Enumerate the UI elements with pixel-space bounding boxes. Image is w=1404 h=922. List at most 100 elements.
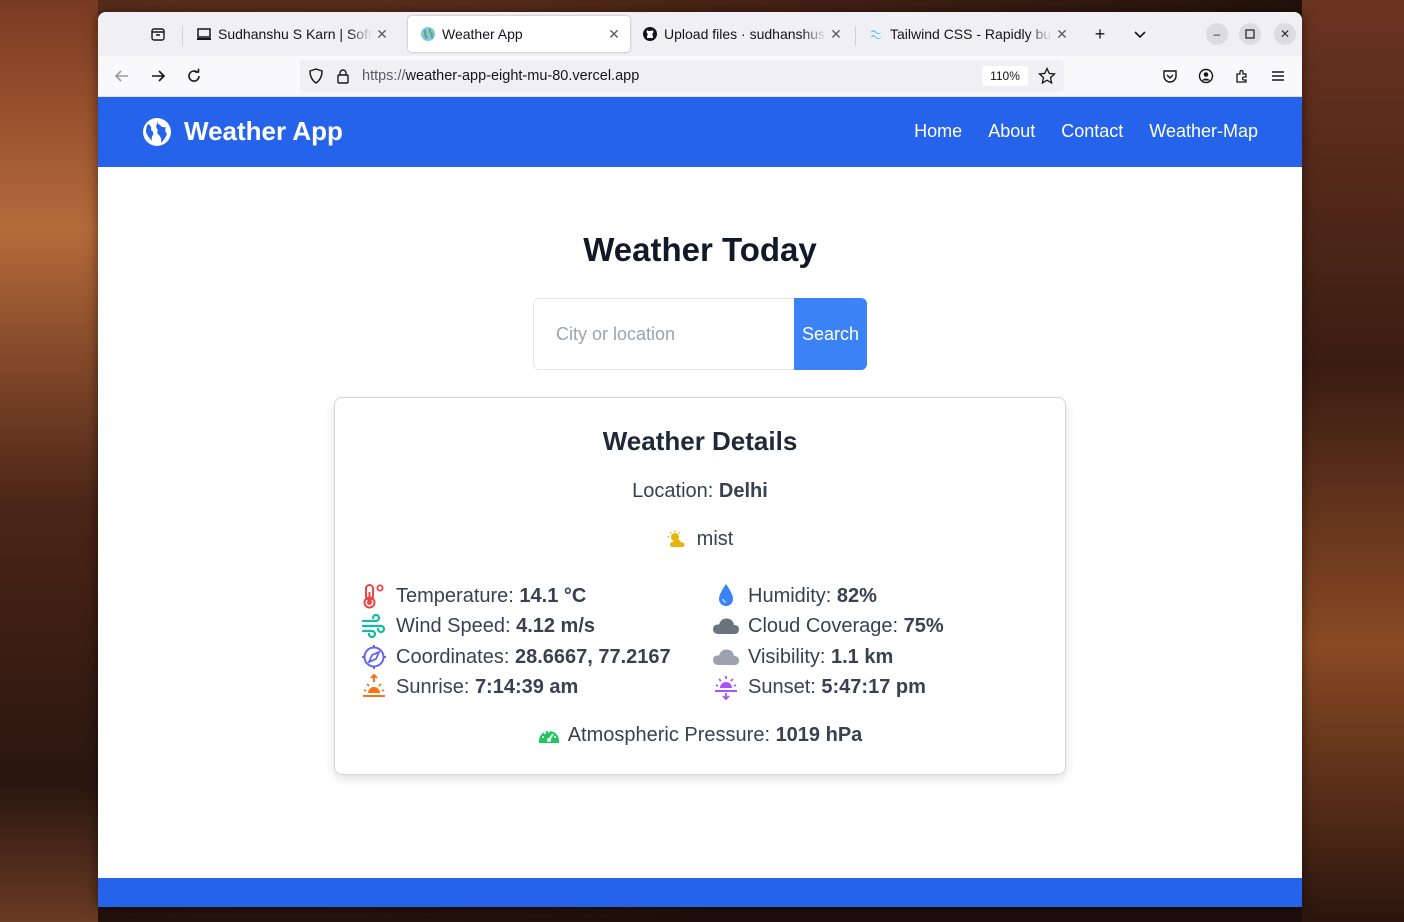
card-title: Weather Details <box>602 426 798 456</box>
brand-title: Weather App <box>184 116 343 146</box>
forward-button[interactable] <box>144 62 172 90</box>
compass-icon <box>360 643 388 671</box>
site-footer <box>98 878 1302 907</box>
tab-weather-app[interactable]: Weather App ✕ <box>408 16 630 52</box>
sunset-row: Sunset: 5:47:17 pm <box>712 673 926 701</box>
droplet-icon <box>712 582 740 610</box>
zoom-indicator[interactable]: 110% <box>982 66 1028 86</box>
coordinates-value: 28.6667, 77.2167 <box>514 645 671 668</box>
account-icon <box>1198 68 1214 84</box>
tab-separator <box>182 26 183 46</box>
account-button[interactable] <box>1192 62 1220 90</box>
close-icon[interactable]: ✕ <box>826 26 846 43</box>
close-icon[interactable]: ✕ <box>372 26 392 43</box>
chevron-down-icon <box>1134 31 1146 39</box>
url-text[interactable]: https://weather-app-eight-mu-80.vercel.a… <box>362 68 639 84</box>
condition-text: mist <box>696 528 734 550</box>
reload-icon <box>188 68 200 82</box>
hamburger-menu-icon <box>1272 71 1284 81</box>
tab-portfolio[interactable]: Sudhanshu S Karn | Software ✕ <box>184 16 398 52</box>
pressure-value: 1019 hPa <box>775 723 863 746</box>
puzzle-icon <box>1236 69 1247 83</box>
app-menu-button[interactable] <box>1264 62 1292 90</box>
new-tab-button[interactable]: + <box>1086 20 1114 48</box>
tab-overview-button[interactable] <box>140 20 176 48</box>
tab-tailwind[interactable]: Tailwind CSS - Rapidly build ✕ <box>856 16 1078 52</box>
main-nav: Home About Contact Weather-Map <box>914 121 1258 142</box>
page-title: Weather Today <box>583 231 817 268</box>
humidity-label: Humidity: <box>748 584 832 607</box>
cloud-coverage-value: 75% <box>903 614 944 637</box>
nav-link-contact[interactable]: Contact <box>1061 121 1123 142</box>
desktop-wallpaper-right <box>1302 0 1404 922</box>
location-label: Location: <box>632 480 714 502</box>
brand[interactable]: Weather App <box>142 116 343 147</box>
wind-icon <box>360 612 388 640</box>
sunrise-icon <box>360 673 388 701</box>
nav-link-about[interactable]: About <box>988 121 1035 142</box>
navigation-toolbar: https://weather-app-eight-mu-80.vercel.a… <box>98 56 1302 97</box>
sun-cloud-icon <box>667 530 685 547</box>
pocket-button[interactable] <box>1156 62 1184 90</box>
cloud-coverage-row: Cloud Coverage: 75% <box>712 612 944 640</box>
list-all-tabs-button[interactable] <box>1126 20 1154 48</box>
humidity-row: Humidity: 82% <box>712 582 877 610</box>
sunset-value: 5:47:17 pm <box>821 675 926 698</box>
temperature-value: 14.1 °C <box>519 584 587 607</box>
sunrise-value: 7:14:39 am <box>474 675 579 698</box>
search-input[interactable] <box>533 298 795 370</box>
sunset-icon <box>712 673 740 701</box>
maximize-button[interactable] <box>1239 23 1261 45</box>
tab-title: Sudhanshu S Karn | Software <box>218 26 372 42</box>
tab-github-upload[interactable]: Upload files · sudhanshuskarn ✕ <box>630 16 852 52</box>
lock-icon[interactable] <box>336 68 350 89</box>
gauge-icon <box>538 721 560 749</box>
coordinates-label: Coordinates: <box>396 645 510 668</box>
thermometer-icon <box>360 582 388 610</box>
bookmark-star-icon[interactable] <box>1037 66 1057 90</box>
url-bar[interactable]: https://weather-app-eight-mu-80.vercel.a… <box>300 60 1064 92</box>
close-icon: ✕ <box>1279 27 1291 41</box>
plus-icon: + <box>1094 23 1106 44</box>
humidity-value: 82% <box>836 584 877 607</box>
pocket-icon <box>1163 70 1177 83</box>
site-header: Weather App Home About Contact Weather-M… <box>98 97 1302 167</box>
coordinates-row: Coordinates: 28.6667, 77.2167 <box>360 643 671 671</box>
tab-title: Upload files · sudhanshuskarn <box>664 26 826 42</box>
globe-icon <box>143 117 171 146</box>
url-scheme: https:// <box>362 68 406 84</box>
laptop-icon <box>196 26 212 42</box>
desktop-wallpaper-left <box>0 0 98 922</box>
minimize-icon: – <box>1213 27 1221 41</box>
tab-title: Tailwind CSS - Rapidly build <box>890 26 1052 42</box>
visibility-row: Visibility: 1.1 km <box>712 643 893 671</box>
shield-icon[interactable] <box>308 68 324 89</box>
minimize-button[interactable]: – <box>1206 23 1228 45</box>
pressure-label: Atmospheric Pressure: <box>567 723 770 746</box>
close-window-button[interactable]: ✕ <box>1274 23 1296 45</box>
nav-link-home[interactable]: Home <box>914 121 962 142</box>
pressure-row: Atmospheric Pressure: 1019 hPa <box>335 721 1065 749</box>
tailwind-icon <box>868 26 884 42</box>
browser-window: Sudhanshu S Karn | Software ✕ Weather Ap… <box>98 12 1302 907</box>
nav-link-weather-map[interactable]: Weather-Map <box>1149 121 1258 142</box>
arrow-left-icon <box>114 70 128 82</box>
web-page: Weather App Home About Contact Weather-M… <box>98 97 1302 907</box>
globe-icon <box>420 26 436 42</box>
back-button[interactable] <box>108 62 136 90</box>
close-icon[interactable]: ✕ <box>1052 26 1072 43</box>
close-icon[interactable]: ✕ <box>604 26 624 43</box>
maximize-icon <box>1245 29 1255 39</box>
cloud-icon <box>712 643 740 671</box>
extensions-button[interactable] <box>1228 62 1256 90</box>
reload-button[interactable] <box>180 62 208 90</box>
arrow-right-icon <box>152 70 166 82</box>
location-line: Location: Delhi <box>335 480 1065 503</box>
condition-line: mist <box>335 528 1065 551</box>
visibility-label: Visibility: <box>748 645 826 668</box>
search-button[interactable]: Search <box>794 298 867 370</box>
weather-details-card: Weather Details Location: Delhi mist Tem… <box>334 397 1066 775</box>
visibility-value: 1.1 km <box>831 645 894 668</box>
sunset-label: Sunset: <box>748 675 816 698</box>
tab-list-icon <box>151 28 165 41</box>
